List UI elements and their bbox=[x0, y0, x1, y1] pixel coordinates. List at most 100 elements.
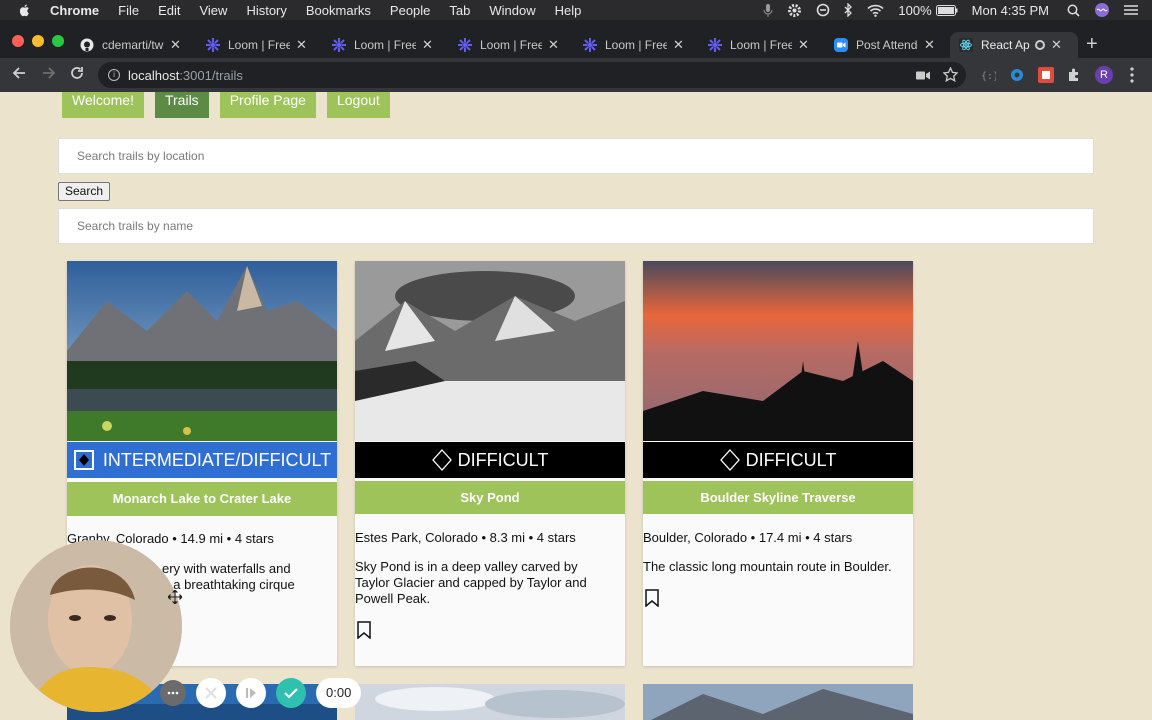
back-arrow-icon[interactable] bbox=[12, 66, 26, 85]
close-tab-icon[interactable]: ✕ bbox=[548, 37, 559, 53]
bookmark-icon[interactable] bbox=[645, 589, 659, 607]
close-tab-icon[interactable]: ✕ bbox=[673, 37, 684, 53]
close-window-button[interactable] bbox=[12, 35, 24, 47]
apple-icon[interactable] bbox=[18, 3, 32, 17]
difficulty-diamond-icon bbox=[719, 449, 740, 471]
camera-icon[interactable] bbox=[916, 69, 930, 84]
extension-red-icon[interactable] bbox=[1038, 67, 1054, 83]
address-bar[interactable]: i localhost:3001/trails bbox=[98, 62, 966, 88]
close-tab-icon[interactable]: ✕ bbox=[296, 37, 307, 53]
bluetooth-icon[interactable] bbox=[844, 3, 853, 17]
difficulty-banner: DIFFICULT bbox=[355, 442, 625, 478]
macos-menu-bar: Chrome File Edit View History Bookmarks … bbox=[0, 0, 1152, 20]
tab-title: Loom | Free S bbox=[730, 38, 792, 52]
name-search-input[interactable]: Search trails by name bbox=[58, 208, 1094, 244]
tab-title: Loom | Free S bbox=[354, 38, 416, 52]
difficulty-banner: INTERMEDIATE/DIFFICULT bbox=[67, 442, 337, 478]
bookmark-icon[interactable] bbox=[357, 621, 371, 639]
browser-tab[interactable]: Loom | Free S ✕ bbox=[458, 32, 559, 58]
battery-icon[interactable] bbox=[935, 4, 958, 16]
minimize-window-button[interactable] bbox=[32, 35, 44, 47]
react-icon bbox=[959, 38, 973, 52]
finish-recording-button[interactable] bbox=[276, 678, 306, 708]
location-search-input[interactable]: Search trails by location bbox=[58, 138, 1094, 174]
sync-status-icon[interactable] bbox=[816, 3, 830, 17]
loom-icon bbox=[332, 38, 346, 52]
zoom-window-button[interactable] bbox=[52, 35, 64, 47]
browser-tab[interactable]: Loom | Free S ✕ bbox=[708, 32, 809, 58]
menu-file[interactable]: File bbox=[118, 3, 139, 18]
tab-title: cdemarti/twi bbox=[102, 38, 164, 52]
difficulty-label: INTERMEDIATE/DIFFICULT bbox=[102, 449, 332, 470]
chrome-menu-icon[interactable] bbox=[1130, 67, 1134, 88]
microphone-icon[interactable] bbox=[763, 3, 773, 17]
trail-name[interactable]: Boulder Skyline Traverse bbox=[643, 481, 913, 514]
close-tab-icon[interactable]: ✕ bbox=[422, 37, 433, 53]
difficulty-label: DIFFICULT bbox=[745, 449, 837, 470]
trail-name[interactable]: Monarch Lake to Crater Lake bbox=[67, 482, 337, 516]
browser-tab[interactable]: Loom | Free S ✕ bbox=[206, 32, 307, 58]
site-nav: Welcome! Trails Profile Page Logout bbox=[62, 92, 401, 118]
nav-welcome[interactable]: Welcome! bbox=[62, 92, 144, 118]
nav-trails[interactable]: Trails bbox=[154, 92, 209, 118]
webcam-feed bbox=[10, 540, 182, 712]
extensions-puzzle-icon[interactable] bbox=[1066, 67, 1082, 83]
trail-description-line: ery with waterfalls and bbox=[162, 561, 291, 576]
webcam-bubble[interactable] bbox=[10, 540, 182, 712]
close-tab-icon[interactable]: ✕ bbox=[924, 37, 935, 53]
menu-view[interactable]: View bbox=[199, 3, 227, 18]
menu-app-name[interactable]: Chrome bbox=[50, 3, 99, 18]
new-tab-button[interactable]: + bbox=[1086, 33, 1098, 56]
wifi-icon[interactable] bbox=[867, 4, 884, 17]
url-host: localhost bbox=[128, 67, 180, 83]
trail-photo bbox=[355, 684, 625, 720]
browser-tab[interactable]: Loom | Free S ✕ bbox=[583, 32, 684, 58]
browser-tab[interactable]: Post Attende ✕ bbox=[834, 32, 935, 58]
pause-recording-button[interactable] bbox=[236, 678, 266, 708]
menu-help[interactable]: Help bbox=[555, 3, 582, 18]
search-button[interactable]: Search bbox=[58, 182, 110, 201]
forward-arrow-icon[interactable] bbox=[42, 66, 56, 85]
menu-edit[interactable]: Edit bbox=[158, 3, 180, 18]
extension-braces-icon[interactable]: {:} bbox=[980, 67, 996, 83]
menu-people[interactable]: People bbox=[390, 3, 430, 18]
trail-meta: Boulder, Colorado • 17.4 mi • 4 stars bbox=[643, 530, 853, 545]
profile-avatar[interactable]: R bbox=[1095, 66, 1113, 84]
menu-tab[interactable]: Tab bbox=[449, 3, 470, 18]
browser-toolbar: i localhost:3001/trails {:} R bbox=[0, 58, 1152, 92]
nav-logout[interactable]: Logout bbox=[326, 92, 390, 118]
trail-card[interactable]: DIFFICULT Sky Pond Estes Park, Colorado … bbox=[355, 261, 625, 666]
difficulty-banner: DIFFICULT bbox=[643, 442, 913, 478]
browser-tab-active[interactable]: React Ap ✕ bbox=[950, 32, 1078, 58]
reload-icon[interactable] bbox=[70, 66, 84, 85]
recording-timer: 0:00 bbox=[316, 678, 362, 708]
siri-icon[interactable] bbox=[1094, 2, 1110, 18]
menu-history[interactable]: History bbox=[246, 3, 286, 18]
more-options-icon[interactable] bbox=[160, 680, 186, 706]
tab-title: Loom | Free S bbox=[228, 38, 290, 52]
url-path: :3001/trails bbox=[179, 67, 243, 83]
site-info-icon[interactable]: i bbox=[108, 69, 120, 81]
loom-controls: 0:00 bbox=[160, 678, 362, 708]
spotlight-search-icon[interactable] bbox=[1067, 4, 1080, 17]
clock[interactable]: Mon 4:35 PM bbox=[972, 3, 1049, 18]
loom-icon bbox=[458, 38, 472, 52]
cancel-recording-button[interactable] bbox=[196, 678, 226, 708]
trail-name[interactable]: Sky Pond bbox=[355, 481, 625, 514]
extension-gear-icon[interactable] bbox=[1009, 67, 1025, 83]
close-tab-icon[interactable]: ✕ bbox=[170, 37, 181, 53]
gear-status-icon[interactable] bbox=[787, 3, 802, 18]
nav-profile-page[interactable]: Profile Page bbox=[219, 92, 316, 118]
tab-title: Loom | Free S bbox=[605, 38, 667, 52]
menu-bookmarks[interactable]: Bookmarks bbox=[306, 3, 371, 18]
browser-tab[interactable]: cdemarti/twi ✕ bbox=[80, 32, 181, 58]
trail-photo bbox=[355, 261, 625, 441]
browser-tab[interactable]: Loom | Free S ✕ bbox=[332, 32, 433, 58]
menu-window[interactable]: Window bbox=[489, 3, 535, 18]
trail-card[interactable]: DIFFICULT Boulder Skyline Traverse Bould… bbox=[643, 261, 913, 666]
control-center-icon[interactable] bbox=[1124, 4, 1138, 16]
difficulty-diamond-icon bbox=[431, 449, 452, 471]
close-tab-icon[interactable]: ✕ bbox=[1051, 37, 1062, 53]
close-tab-icon[interactable]: ✕ bbox=[798, 37, 809, 53]
bookmark-star-icon[interactable] bbox=[942, 66, 959, 85]
